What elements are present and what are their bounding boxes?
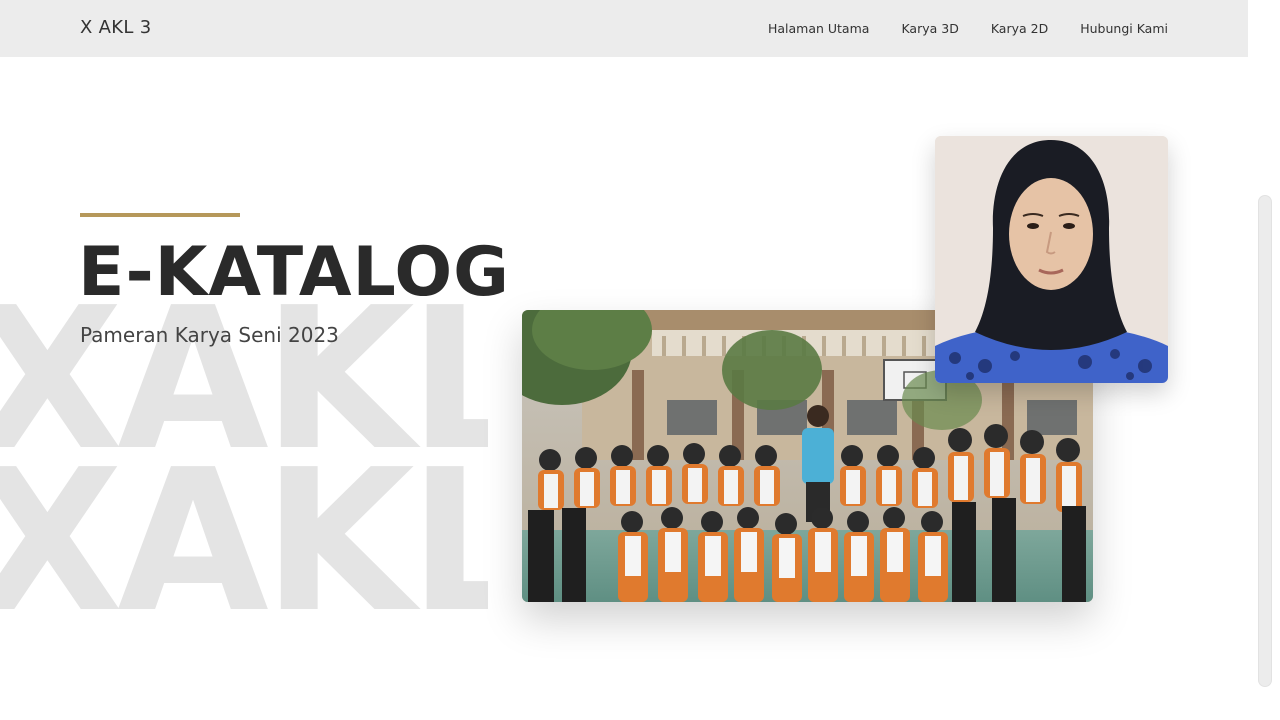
brand-logo-link[interactable]: X AKL 3 [80, 17, 151, 38]
nav-link-karya-2d[interactable]: Karya 2D [991, 21, 1048, 36]
navbar: X AKL 3 Halaman Utama Karya 3D Karya 2D … [0, 0, 1248, 57]
portrait-photo [935, 136, 1168, 383]
portrait-photo-image [935, 136, 1168, 383]
page-scrollbar[interactable] [1258, 195, 1272, 687]
main-nav: Halaman Utama Karya 3D Karya 2D Hubungi … [768, 0, 1168, 57]
nav-link-halaman-utama[interactable]: Halaman Utama [768, 21, 869, 36]
accent-rule [80, 213, 240, 217]
watermark-line-2: XAKL3 [0, 428, 488, 632]
nav-link-hubungi-kami[interactable]: Hubungi Kami [1080, 21, 1168, 36]
nav-link-karya-3d[interactable]: Karya 3D [901, 21, 958, 36]
page: X AKL 3 Halaman Utama Karya 3D Karya 2D … [0, 0, 1280, 720]
hero-subtitle: Pameran Karya Seni 2023 [80, 323, 339, 347]
hero-title: E-KATALOG [78, 233, 510, 312]
